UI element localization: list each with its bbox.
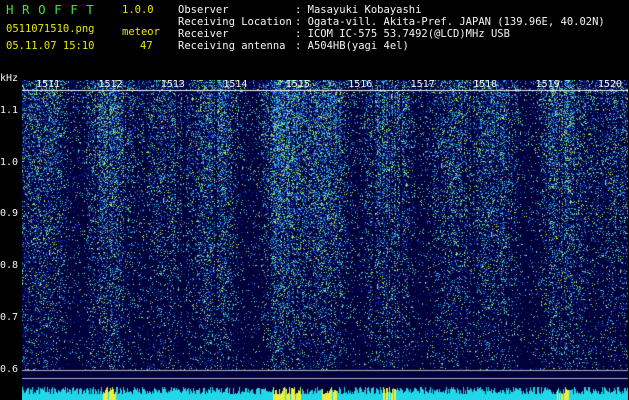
x-tick-label: 1514	[223, 79, 248, 90]
x-tick-label: 1513	[160, 79, 185, 90]
hroft-window: H R O F F T 1.0.0 0511071510.png 05.11.0…	[0, 0, 629, 400]
x-tick-label: 1519	[535, 79, 560, 90]
location-label: Receiving Location	[178, 16, 292, 28]
y-axis-unit-label: kHz	[0, 73, 19, 84]
receiver-value: : ICOM IC-575 53.7492(@LCD)MHz USB	[295, 28, 510, 40]
x-tick-label: 1512	[98, 79, 123, 90]
y-tick-label: 0.6	[0, 363, 19, 375]
file-timestamp: 05.11.07 15:10	[6, 40, 95, 52]
x-tick-label: 1515	[285, 79, 310, 90]
app-name: H R O F F T	[6, 2, 95, 17]
x-tick-label: 1517	[410, 79, 435, 90]
x-tick-label: 1520	[598, 79, 623, 90]
observer-label: Observer	[178, 4, 229, 16]
observer-value: : Masayuki Kobayashi	[295, 4, 422, 16]
y-tick-label: 1.1	[0, 105, 19, 117]
file-name: 0511071510.png	[6, 23, 95, 35]
y-tick-label: 1.0	[0, 156, 19, 168]
y-tick-label: 0.7	[0, 311, 19, 323]
x-tick-label: 1518	[473, 79, 498, 90]
location-value: : Ogata-vill. Akita-Pref. JAPAN (139.96E…	[295, 16, 605, 28]
app-version: 1.0.0	[122, 4, 154, 16]
x-tick-label: 1516	[348, 79, 373, 90]
y-tick-label: 0.8	[0, 260, 19, 272]
receiver-label: Receiver	[178, 28, 229, 40]
antenna-label: Receiving antenna	[178, 40, 286, 52]
antenna-value: : A504HB(yagi 4el)	[295, 40, 409, 52]
y-tick-label: 0.9	[0, 208, 19, 220]
meteor-label: meteor	[122, 26, 160, 38]
x-tick-label: 1511	[36, 79, 61, 90]
spectrogram-heatmap	[22, 80, 628, 400]
meteor-count: 47	[140, 40, 153, 52]
